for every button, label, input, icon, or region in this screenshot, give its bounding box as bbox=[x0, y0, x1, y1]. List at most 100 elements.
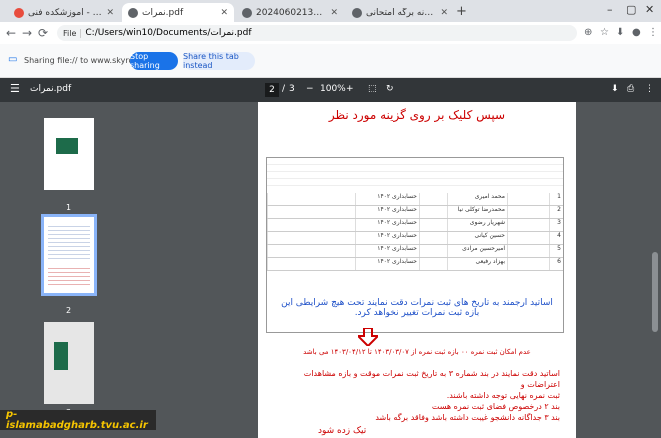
sharing-bar: ▭ Sharing file:// to www.skyroom.online … bbox=[0, 44, 661, 78]
maximize-button[interactable]: ▢ bbox=[626, 3, 636, 16]
student-name: شهریار رضوی bbox=[447, 219, 507, 231]
hamburger-icon[interactable]: ☰ bbox=[10, 82, 20, 95]
new-tab-button[interactable]: + bbox=[456, 4, 467, 19]
globe-icon bbox=[352, 7, 362, 18]
more-options-icon[interactable]: ⋮ bbox=[645, 84, 654, 94]
row-number: 3 bbox=[549, 219, 563, 231]
code-cell bbox=[419, 206, 447, 218]
page-separator: / bbox=[282, 84, 286, 94]
tab-sample[interactable]: نمونه برگه امتحانی.pdf ✕ bbox=[346, 3, 454, 22]
table-row: 5 امیرحسین مرادی حسابداری ۱۴۰۲ bbox=[267, 245, 563, 258]
url-field[interactable]: File C:/Users/win10/Documents/نمرات.pdf bbox=[57, 25, 577, 41]
table-row: 6 بهزاد رفیعی حسابداری ۱۴۰۲ bbox=[267, 258, 563, 271]
menu-dots-icon[interactable]: ⋮ bbox=[648, 27, 658, 38]
skyroom-icon bbox=[14, 7, 24, 18]
table-row: 3 شهریار رضوی حسابداری ۱۴۰۲ bbox=[267, 219, 563, 232]
thumbnail-number: 2 bbox=[66, 306, 72, 315]
zoom-in-icon[interactable]: + bbox=[346, 84, 354, 94]
screen-share-icon: ▭ bbox=[8, 54, 18, 65]
pdf-page: سپس کلیک بر روی گزینه مورد نظر 1 محمد امی… bbox=[258, 102, 576, 438]
table-row: 4 حسین کیانی حسابداری ۱۴۰۲ bbox=[267, 232, 563, 245]
grades-table-frame: 1 محمد امیری حسابداری ۱۴۰۲ 2 محمدرضا توکلی ن… bbox=[266, 157, 564, 333]
code-cell bbox=[419, 219, 447, 231]
url-text: C:/Users/win10/Documents/نمرات.pdf bbox=[85, 28, 252, 38]
major-cell: حسابداری ۱۴۰۲ bbox=[355, 258, 419, 270]
tab-xlsx[interactable]: 20240602133400.xlsx ✕ bbox=[236, 3, 344, 22]
zoom-icon[interactable]: ⊕ bbox=[584, 27, 592, 38]
stop-sharing-button[interactable]: Stop sharing bbox=[130, 52, 178, 70]
thumbnail-sidebar: 1 2 3 bbox=[0, 102, 138, 438]
globe-icon bbox=[242, 7, 252, 18]
tab-skyroom[interactable]: اسکایروم - آموزشکده فنی ... ✕ bbox=[8, 3, 120, 22]
thumbnail-page-2[interactable] bbox=[41, 214, 97, 296]
down-arrow-icon bbox=[358, 328, 378, 346]
grade-cell bbox=[267, 258, 355, 270]
table-row: 1 محمد امیری حسابداری ۱۴۰۲ bbox=[267, 193, 563, 206]
grade-cell bbox=[267, 206, 355, 218]
major-cell: حسابداری ۱۴۰۲ bbox=[355, 219, 419, 231]
code-cell bbox=[419, 245, 447, 257]
deadline-note: عدم امکان ثبت نمره ۰۰ بازه ثبت نمره از ۱… bbox=[303, 348, 531, 356]
code-cell bbox=[419, 258, 447, 270]
fit-page-icon[interactable]: ⬚ bbox=[368, 84, 377, 94]
id-cell bbox=[507, 206, 549, 218]
address-bar: ← → ⟳ File C:/Users/win10/Documents/نمرا… bbox=[0, 22, 661, 44]
bookmark-star-icon[interactable]: ☆ bbox=[600, 27, 609, 38]
major-cell: حسابداری ۱۴۰۲ bbox=[355, 245, 419, 257]
student-name: بهزاد رفیعی bbox=[447, 258, 507, 270]
check-note: تیک زده شود bbox=[318, 426, 367, 436]
window-close-button[interactable]: ✕ bbox=[645, 3, 654, 16]
major-cell: حسابداری ۱۴۰۲ bbox=[355, 193, 419, 205]
minimize-button[interactable]: – bbox=[607, 3, 613, 16]
row-number: 6 bbox=[549, 258, 563, 270]
download-icon[interactable]: ⬇ bbox=[616, 27, 624, 38]
grade-cell bbox=[267, 245, 355, 257]
close-icon[interactable]: ✕ bbox=[440, 8, 448, 18]
close-icon[interactable]: ✕ bbox=[106, 8, 114, 18]
id-cell bbox=[507, 193, 549, 205]
form-header bbox=[267, 158, 563, 190]
thumbnail-page-1[interactable] bbox=[44, 118, 94, 190]
scrollbar[interactable] bbox=[650, 102, 661, 438]
page-number-input[interactable]: 2 bbox=[265, 83, 279, 97]
zoom-out-icon[interactable]: − bbox=[306, 84, 314, 94]
forward-icon[interactable]: → bbox=[22, 26, 32, 40]
id-cell bbox=[507, 219, 549, 231]
student-name: حسین کیانی bbox=[447, 232, 507, 244]
code-cell bbox=[419, 193, 447, 205]
row-number: 2 bbox=[549, 206, 563, 218]
grade-cell bbox=[267, 193, 355, 205]
id-cell bbox=[507, 258, 549, 270]
profile-icon[interactable]: ● bbox=[632, 27, 641, 38]
row-number: 1 bbox=[549, 193, 563, 205]
site-watermark: p-islamabadgharb.tvu.ac.ir bbox=[0, 409, 156, 431]
close-icon[interactable]: ✕ bbox=[220, 8, 228, 18]
pdf-toolbar: ☰ نمرات.pdf 2 / 3 − 100% + ⬚ ↻ ⬇ ⎙ ⋮ bbox=[0, 78, 661, 102]
id-cell bbox=[507, 245, 549, 257]
reload-icon[interactable]: ⟳ bbox=[38, 26, 48, 40]
major-cell: حسابداری ۱۴۰۲ bbox=[355, 232, 419, 244]
major-cell: حسابداری ۱۴۰۲ bbox=[355, 206, 419, 218]
tab-pdf[interactable]: نمرات.pdf ✕ bbox=[122, 3, 234, 22]
thumbnail-page-3[interactable] bbox=[44, 322, 94, 404]
zoom-level[interactable]: 100% bbox=[320, 84, 346, 94]
table-row: 2 محمدرضا توکلی نیا حسابداری ۱۴۰۲ bbox=[267, 206, 563, 219]
row-number: 4 bbox=[549, 232, 563, 244]
instruction-line: اساتید دقت نمایند در بند شماره ۳ به تاری… bbox=[303, 369, 560, 389]
page-total: 3 bbox=[289, 84, 295, 94]
share-this-tab-button[interactable]: Share this tab instead bbox=[183, 52, 255, 70]
print-icon[interactable]: ⎙ bbox=[627, 84, 634, 94]
instruction-line: ثبت نمره نهایی توجه داشته باشند. bbox=[446, 391, 560, 400]
id-cell bbox=[507, 232, 549, 244]
instructor-note: اساتید ارجمند به تاریخ های ثبت نمرات دقت… bbox=[281, 298, 553, 318]
rotate-icon[interactable]: ↻ bbox=[386, 84, 394, 94]
page-heading: سپس کلیک بر روی گزینه مورد نظر bbox=[328, 108, 506, 122]
row-number: 5 bbox=[549, 245, 563, 257]
close-icon[interactable]: ✕ bbox=[330, 8, 338, 18]
instruction-line: بند ۳ جداگانه دانشجو غیبت داشته باشد وفا… bbox=[375, 413, 560, 422]
student-name: محمدرضا توکلی نیا bbox=[447, 206, 507, 218]
grade-cell bbox=[267, 219, 355, 231]
back-icon[interactable]: ← bbox=[6, 26, 16, 40]
grade-cell bbox=[267, 232, 355, 244]
pdf-download-icon[interactable]: ⬇ bbox=[611, 84, 619, 94]
